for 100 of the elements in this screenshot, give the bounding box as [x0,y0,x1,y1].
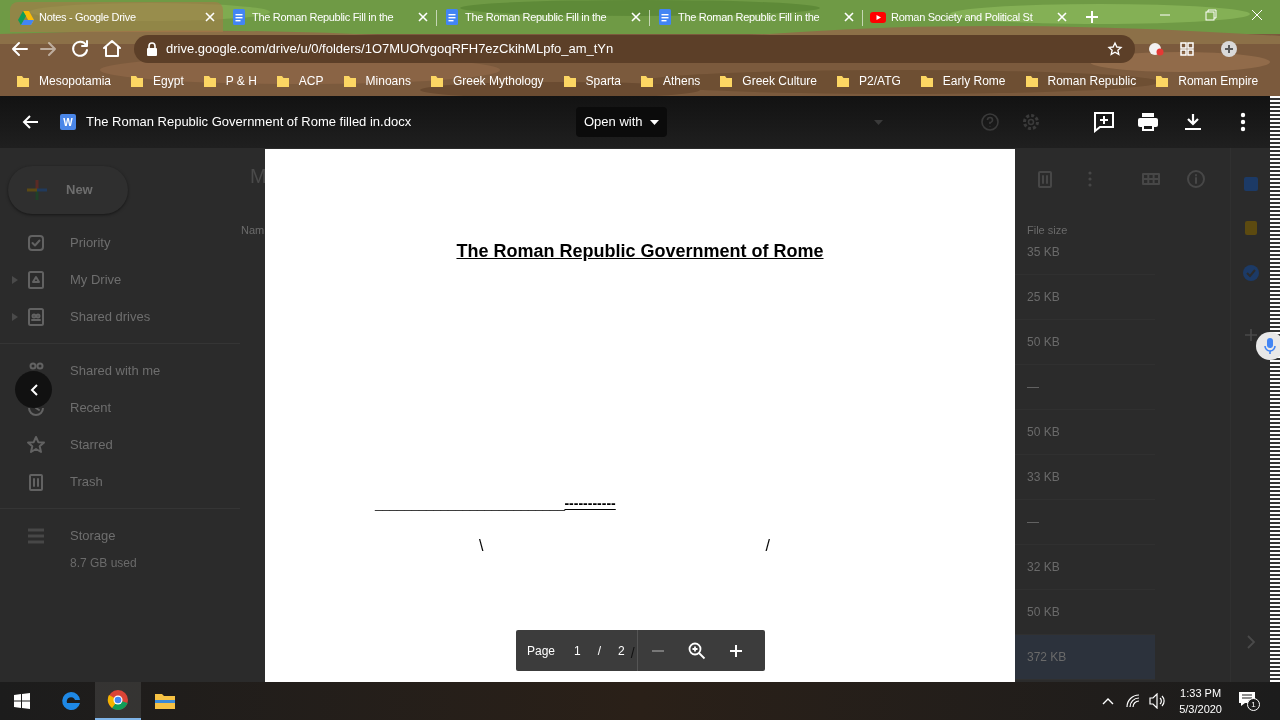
nav-item[interactable]: Shared drives [70,306,151,327]
tab-title: The Roman Republic Fill in the [678,9,821,25]
open-with-button[interactable]: Open with [576,107,667,137]
chevron-icon [29,383,38,396]
page-label: Page [527,642,556,660]
more-icon[interactable] [1239,112,1246,132]
file-name: The Roman Republic Government of Rome filled in.docx [86,113,413,132]
star-icon [26,434,46,455]
taskbar-app-button[interactable] [95,682,141,720]
new-button[interactable]: New [8,166,128,214]
extension-icon[interactable] [1219,39,1239,59]
page-separator: / [597,642,602,660]
scrollbar[interactable] [1270,96,1280,682]
lock-icon [146,42,158,56]
zoom-icon[interactable] [687,641,706,660]
browser-tab[interactable]: The Roman Republic Fill in the [436,2,649,32]
caret-icon [649,119,659,125]
nav-item[interactable]: Trash [70,471,103,492]
bookmark[interactable]: Roman Republic [1024,69,1137,93]
close-icon[interactable] [631,12,641,22]
clock-icon [26,408,46,418]
table-row[interactable]: 372 KB [1015,635,1155,680]
close-icon[interactable] [844,12,854,22]
triangle-icon [18,9,34,25]
nav-item[interactable]: Recent [70,397,112,418]
bookmark[interactable]: Sparta [562,69,621,93]
tab-title: Roman Society and Political St [891,9,1034,25]
bookmark[interactable]: P & H [202,69,257,93]
folder-icon [1024,74,1039,88]
storage-usage: 8.7 GB used [70,555,138,572]
nav-item[interactable]: Priority [70,232,111,253]
nav-item[interactable]: Starred [70,434,113,455]
bookmark[interactable]: Minoans [342,69,411,93]
address-bar[interactable]: drive.google.com/drive/u/0/folders/1O7MUOfvgoqRFH7ezCkihMLpfo_am_tYn [134,35,1135,63]
bookmark[interactable]: ACP [275,69,324,93]
bookmark[interactable]: P2/ATG [836,69,901,93]
microphone-icon [1264,337,1276,355]
folder-icon [429,74,444,88]
add-comment-icon[interactable] [1092,111,1115,133]
bookmark[interactable]: Greek Culture [719,69,818,93]
document-title: The Roman Republic Government of Rome [456,240,824,263]
nav-item[interactable]: Storage [70,525,116,546]
bookmark[interactable]: Greek Mythology [429,69,544,93]
tab-title: The Roman Republic Fill in the [465,9,608,25]
text-mark: / [765,536,770,556]
caret-icon [12,275,18,284]
folder-icon [16,74,30,88]
document-icon [231,9,247,25]
bookmark[interactable]: Athens [639,69,701,93]
bookmark[interactable]: Egypt [130,69,184,93]
page-number[interactable]: 1 [574,641,581,660]
zoom-in-icon[interactable] [728,643,743,658]
browser-tab[interactable]: Roman Society and Political St [862,2,1075,32]
clock[interactable]: 1:33 PM 5/3/2020 [1179,685,1222,717]
check-icon[interactable] [1241,264,1260,282]
people-icon [26,306,46,327]
document-icon [657,9,673,25]
folder-icon [639,74,654,88]
folder-icon [130,74,145,88]
download-icon[interactable] [1182,112,1203,132]
text-mark: \ [479,536,484,556]
previous-button[interactable] [15,371,52,408]
plus-icon [26,179,48,201]
checkbox-icon [26,232,46,253]
notification-button[interactable]: 1 [1238,690,1260,712]
extension-icon[interactable] [1147,40,1165,58]
url-text: drive.google.com/drive/u/0/folders/1O7MUOfvgoqRFH7ezCkihMLpfo_am_tYn [166,40,615,59]
browser-tab[interactable]: Notes - Google Drive [10,2,223,32]
wifi-icon[interactable] [1125,693,1142,709]
file-type-badge: W [60,114,76,130]
print-icon[interactable] [1136,112,1159,132]
document-icon [444,9,460,25]
caret-icon [873,119,883,125]
browser-icon [107,689,129,711]
bookmark[interactable]: Roman Empire [1155,69,1259,93]
grid-icon[interactable] [1179,41,1195,57]
close-icon[interactable] [205,12,215,22]
column-header: Nam [241,223,265,238]
fill-in-line: __________________________ [375,494,565,513]
close-icon[interactable] [418,12,428,22]
caret-icon [12,312,18,321]
nav-item[interactable]: My Drive [70,269,122,290]
nav-item[interactable]: Shared with me [70,360,161,381]
bookmark[interactable]: Early Rome [919,69,1006,93]
folder-icon [202,74,217,88]
tab-title: The Roman Republic Fill in the [252,9,395,25]
folder-icon [562,74,577,88]
play-icon [870,9,886,25]
folder-icon[interactable] [154,692,176,710]
browser-tab[interactable]: The Roman Republic Fill in the [223,2,436,32]
bookmark[interactable]: Mesopotamia [16,69,112,93]
folder-icon [1155,74,1170,88]
microphone-button[interactable] [1256,332,1280,360]
folder-icon [719,74,734,88]
browser-icon[interactable] [60,690,82,712]
windows-icon[interactable] [14,693,30,709]
folder-icon [919,74,934,88]
star-icon[interactable] [1107,41,1123,57]
browser-tab[interactable]: The Roman Republic Fill in the [649,2,862,32]
volume-icon[interactable] [1149,693,1168,709]
